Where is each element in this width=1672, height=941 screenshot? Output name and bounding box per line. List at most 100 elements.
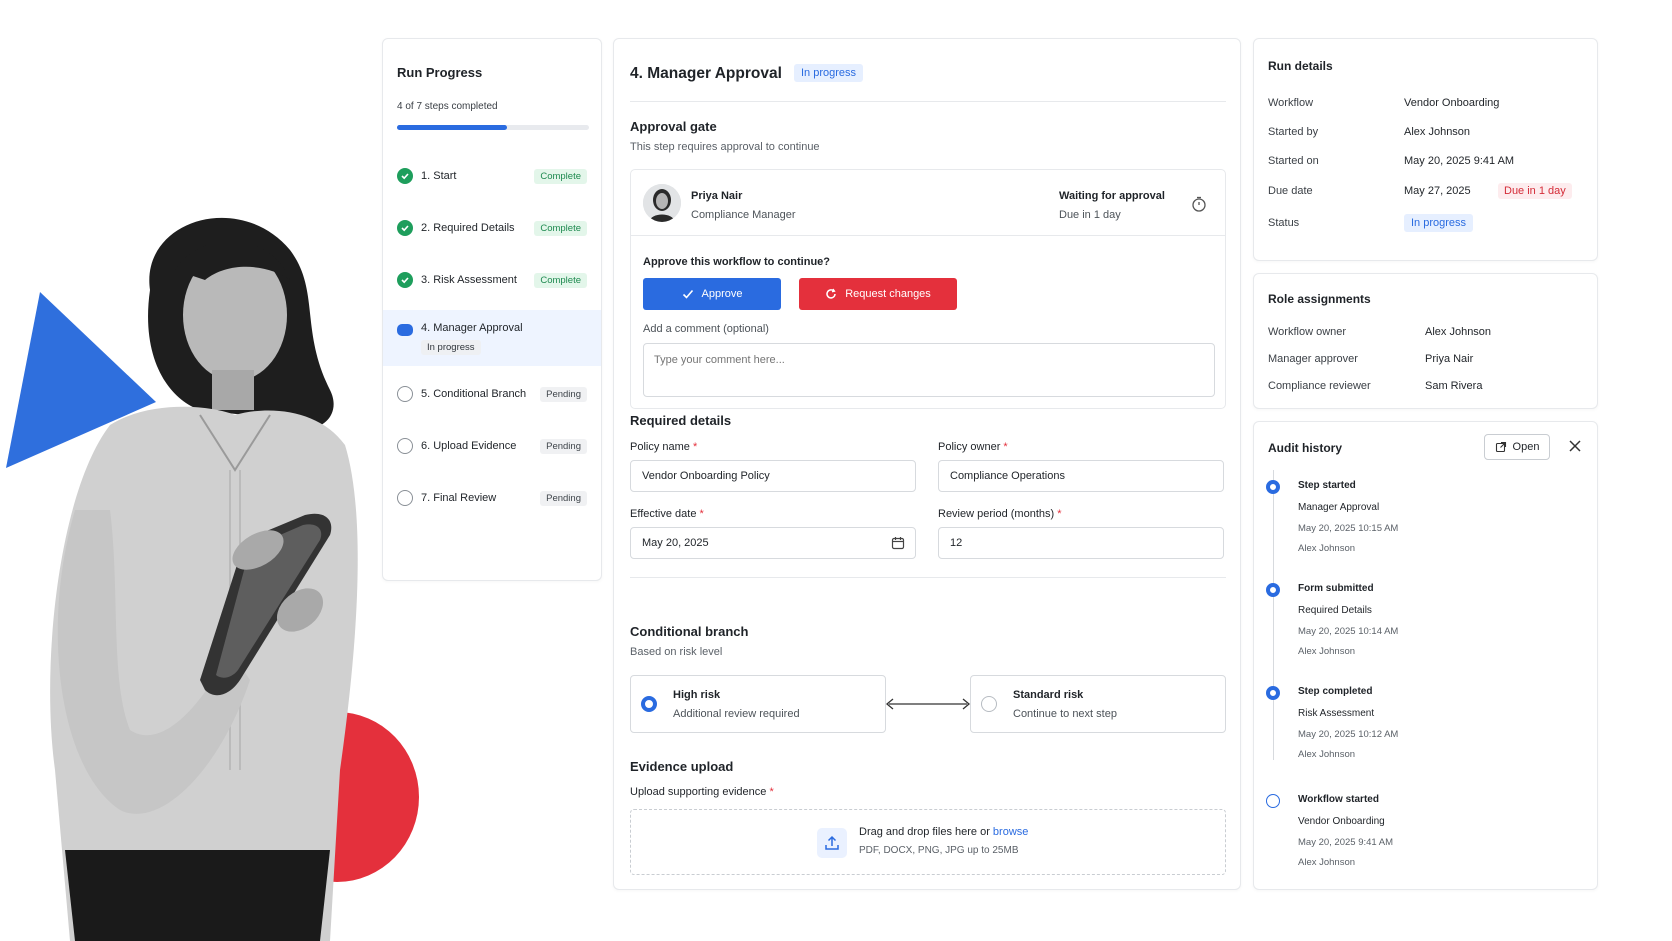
check-circle-icon xyxy=(397,220,413,236)
status-badge: Complete xyxy=(534,220,587,236)
refresh-icon xyxy=(826,288,836,299)
comment-input[interactable] xyxy=(643,343,1215,397)
role-key: Workflow owner xyxy=(1268,326,1347,338)
approval-gate-subtitle: This step requires approval to continue xyxy=(630,141,820,153)
calendar-icon[interactable] xyxy=(891,536,905,550)
approve-button[interactable]: Approve xyxy=(643,278,781,310)
standard-risk-title: Standard risk xyxy=(1013,689,1084,701)
high-risk-subtitle: Additional review required xyxy=(673,708,800,720)
policy-name-label: Policy name * xyxy=(630,441,698,453)
event-user: Alex Johnson xyxy=(1298,749,1356,760)
upload-step-icon xyxy=(397,438,413,454)
step-label: 5. Conditional Branch xyxy=(421,388,527,400)
event-title: Step completed xyxy=(1298,686,1373,697)
step-item-manager-approval[interactable]: 4. Manager Approval In progress xyxy=(383,310,601,366)
run-progress-bar xyxy=(397,125,589,130)
run-progress-panel: Run Progress 4 of 7 steps completed 1. S… xyxy=(382,38,602,581)
dropzone-hint: PDF, DOCX, PNG, JPG up to 25MB xyxy=(859,845,1019,856)
status-badge: Pending xyxy=(540,438,587,454)
evidence-upload-title: Evidence upload xyxy=(630,759,734,774)
upload-icon xyxy=(817,828,847,858)
detail-key: Started on xyxy=(1268,155,1319,167)
step-label: 3. Risk Assessment xyxy=(421,274,517,286)
dropzone-text: Drag and drop files here or browse xyxy=(859,826,1029,838)
review-step-icon xyxy=(397,490,413,506)
status-badge: In progress xyxy=(421,340,481,355)
open-button-label: Open xyxy=(1512,441,1540,453)
role-assignments-panel: Role assignments Workflow owner Alex Joh… xyxy=(1253,273,1598,409)
request-changes-button[interactable]: Request changes xyxy=(799,278,957,310)
approval-due: Due in 1 day xyxy=(1059,209,1121,221)
event-time: May 20, 2025 10:14 AM xyxy=(1298,626,1399,637)
detail-key: Workflow xyxy=(1268,97,1314,109)
step-label: 6. Upload Evidence xyxy=(421,440,517,452)
timeline-dot xyxy=(1266,686,1280,700)
audit-history-panel: Audit history Open Step started Manager … xyxy=(1253,421,1598,890)
run-progress-summary: 4 of 7 steps completed xyxy=(397,101,498,112)
step-item-conditional-branch[interactable]: 5. Conditional Branch Pending xyxy=(383,371,601,417)
step-label: 7. Final Review xyxy=(421,492,497,504)
run-progress-bar-fill xyxy=(397,125,507,130)
approval-status: Waiting for approval xyxy=(1059,190,1165,202)
role-key: Compliance reviewer xyxy=(1268,380,1371,392)
timeline-dot xyxy=(1266,794,1280,808)
detail-value: Vendor Onboarding xyxy=(1404,97,1500,109)
open-button[interactable]: Open xyxy=(1484,434,1550,460)
radio-selected[interactable] xyxy=(641,696,657,712)
double-arrow-icon xyxy=(885,698,971,710)
review-period-field[interactable]: 12 xyxy=(938,527,1224,559)
approver-row: Priya Nair Compliance Manager Waiting fo… xyxy=(631,170,1225,236)
step-item-upload-evidence[interactable]: 6. Upload Evidence Pending xyxy=(383,423,601,469)
step-detail-panel: 4. Manager Approval In progress Approval… xyxy=(613,38,1241,890)
status-badge: Complete xyxy=(534,272,587,288)
standard-risk-option[interactable]: Standard risk Continue to next step xyxy=(970,675,1226,733)
timer-icon xyxy=(1192,196,1206,212)
audit-history-title: Audit history xyxy=(1268,441,1342,455)
event-subject: Vendor Onboarding xyxy=(1298,816,1385,827)
policy-owner-label: Policy owner * xyxy=(938,441,1008,453)
check-circle-icon xyxy=(397,168,413,184)
detail-key: Due date xyxy=(1268,185,1313,197)
check-circle-icon xyxy=(397,272,413,288)
run-details-panel: Run details Workflow Vendor Onboarding S… xyxy=(1253,38,1598,261)
step-item-required-details[interactable]: 2. Required Details Complete xyxy=(383,205,601,251)
approval-question: Approve this workflow to continue? xyxy=(643,256,830,268)
event-title: Workflow started xyxy=(1298,794,1379,805)
approval-step-icon xyxy=(397,324,413,336)
approval-gate-box: Priya Nair Compliance Manager Waiting fo… xyxy=(630,169,1226,409)
timeline-dot xyxy=(1266,583,1280,597)
external-open-icon xyxy=(1495,441,1506,453)
file-dropzone[interactable]: Drag and drop files here or browse PDF, … xyxy=(630,809,1226,875)
conditional-branch-title: Conditional branch xyxy=(630,624,749,639)
conditional-branch-subtitle: Based on risk level xyxy=(630,646,723,658)
step-item-final-review[interactable]: 7. Final Review Pending xyxy=(383,475,601,521)
policy-owner-field[interactable]: Compliance Operations xyxy=(938,460,1224,492)
page-title: 4. Manager Approval xyxy=(630,65,782,82)
branch-icon xyxy=(397,386,413,402)
event-user: Alex Johnson xyxy=(1298,543,1356,554)
status-badge: Pending xyxy=(540,386,587,402)
timeline-dot xyxy=(1266,480,1280,494)
review-period-label: Review period (months) * xyxy=(938,508,1062,520)
role-value: Priya Nair xyxy=(1425,353,1474,365)
step-item-start[interactable]: 1. Start Complete xyxy=(383,153,601,199)
event-time: May 20, 2025 10:12 AM xyxy=(1298,729,1399,740)
policy-name-field[interactable]: Vendor Onboarding Policy xyxy=(630,460,916,492)
event-user: Alex Johnson xyxy=(1298,646,1356,657)
step-label: 1. Start xyxy=(421,170,457,182)
high-risk-option[interactable]: High risk Additional review required xyxy=(630,675,886,733)
close-icon[interactable] xyxy=(1567,438,1583,454)
detail-key: Started by xyxy=(1268,126,1319,138)
detail-value: Alex Johnson xyxy=(1404,126,1471,138)
divider xyxy=(630,577,1226,578)
run-details-title: Run details xyxy=(1268,59,1333,73)
request-changes-button-label: Request changes xyxy=(845,288,931,300)
browse-link[interactable]: browse xyxy=(993,826,1028,838)
effective-date-field[interactable]: May 20, 2025 xyxy=(630,527,916,559)
step-item-risk-assessment[interactable]: 3. Risk Assessment Complete xyxy=(383,257,601,303)
approver-name: Priya Nair xyxy=(691,190,743,202)
radio-unselected[interactable] xyxy=(981,696,997,712)
event-subject: Required Details xyxy=(1298,605,1372,616)
event-title: Form submitted xyxy=(1298,583,1374,594)
step-label: 2. Required Details xyxy=(421,222,515,234)
